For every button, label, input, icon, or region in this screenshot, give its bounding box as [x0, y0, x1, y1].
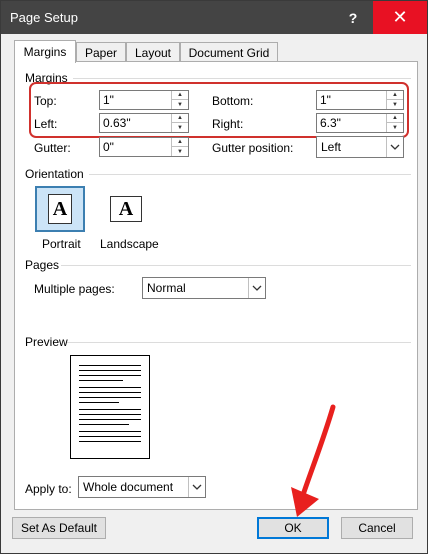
preview-text-line — [79, 370, 141, 371]
spin-down-icon[interactable]: ▼ — [172, 147, 188, 156]
title-bar: Page Setup ? ✕ — [1, 1, 427, 34]
tab-document-grid[interactable]: Document Grid — [180, 42, 278, 62]
gutter-value: 0" — [103, 140, 114, 154]
portrait-page-icon: A — [48, 194, 72, 224]
page-preview — [70, 355, 150, 459]
preview-text-line — [79, 387, 141, 388]
preview-text-line — [79, 392, 141, 393]
preview-text-line — [79, 441, 141, 442]
spin-up-icon[interactable]: ▲ — [172, 138, 188, 147]
preview-divider — [67, 342, 411, 343]
preview-text-line — [79, 365, 141, 366]
multiple-pages-select[interactable]: Normal — [142, 277, 266, 299]
preview-text-line — [79, 424, 129, 425]
gutter-position-label: Gutter position: — [212, 141, 294, 155]
preview-text-line — [79, 409, 141, 410]
gutter-position-select[interactable]: Left — [316, 136, 404, 158]
preview-text-line — [79, 414, 141, 415]
gutter-spinner[interactable]: 0" ▲ ▼ — [99, 137, 189, 157]
window-title: Page Setup — [10, 10, 78, 25]
tab-layout[interactable]: Layout — [126, 42, 180, 62]
chevron-down-icon[interactable] — [386, 137, 403, 157]
apply-to-value: Whole document — [83, 480, 174, 494]
margins-divider — [73, 78, 411, 79]
margins-highlight-annotation — [29, 82, 409, 138]
multiple-pages-label: Multiple pages: — [34, 282, 115, 296]
set-as-default-button[interactable]: Set As Default — [12, 517, 106, 539]
tab-margins[interactable]: Margins — [14, 40, 76, 63]
cancel-button[interactable]: Cancel — [341, 517, 413, 539]
preview-text-line — [79, 380, 123, 381]
preview-text-line — [79, 397, 141, 398]
preview-section-label: Preview — [25, 335, 68, 349]
orientation-divider — [89, 174, 411, 175]
landscape-page-icon: A — [110, 196, 142, 222]
portrait-option[interactable]: A — [35, 186, 85, 232]
gutter-label: Gutter: — [34, 141, 71, 155]
preview-text-line — [79, 402, 119, 403]
portrait-label: Portrait — [42, 237, 81, 251]
orientation-section-label: Orientation — [25, 167, 84, 181]
preview-text-line — [79, 375, 141, 376]
red-arrow-annotation — [291, 404, 336, 517]
chevron-down-icon[interactable] — [248, 278, 265, 298]
gutter-position-value: Left — [321, 140, 342, 154]
page-setup-dialog: Page Setup ? ✕ Margins Paper Layout Docu… — [0, 0, 428, 554]
close-button[interactable]: ✕ — [373, 1, 427, 34]
pages-section-label: Pages — [25, 258, 60, 272]
pages-divider — [61, 265, 411, 266]
help-button[interactable]: ? — [333, 1, 373, 34]
landscape-option[interactable]: A — [101, 186, 151, 232]
preview-text-line — [79, 431, 141, 432]
preview-text-line — [79, 436, 141, 437]
landscape-label: Landscape — [100, 237, 159, 251]
apply-to-label: Apply to: — [25, 482, 72, 496]
apply-to-select[interactable]: Whole document — [78, 476, 206, 498]
preview-text-line — [79, 419, 141, 420]
multiple-pages-value: Normal — [147, 281, 186, 295]
chevron-down-icon[interactable] — [188, 477, 205, 497]
tab-paper[interactable]: Paper — [76, 42, 126, 62]
